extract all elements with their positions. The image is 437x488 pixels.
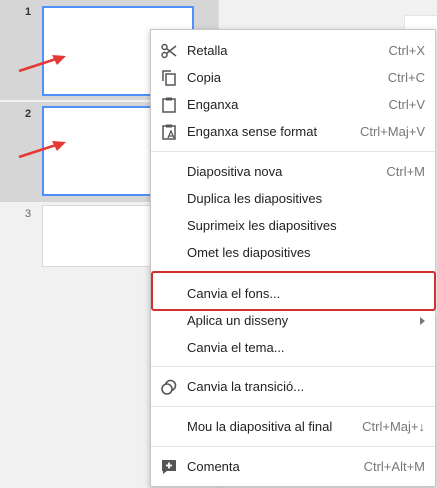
menu-item-label: Copia — [187, 70, 221, 85]
menu-item-shortcut: Ctrl+V — [388, 97, 425, 112]
menu-item-shortcut: Ctrl+X — [388, 43, 425, 58]
menu-item-shortcut: Ctrl+Maj+V — [359, 124, 425, 139]
slide-number: 1 — [25, 6, 32, 18]
menu-item-label: Aplica un disseny — [187, 313, 289, 328]
add-comment-icon — [162, 460, 176, 474]
red-arrow-annotation — [18, 141, 66, 159]
menu-item-shortcut: Ctrl+Maj+↓ — [362, 419, 425, 434]
menu-item-skip-slides[interactable]: Omet les diapositives — [151, 240, 435, 266]
menu-item-label: Retalla — [187, 43, 228, 58]
menu-item-change-theme[interactable]: Canvia el tema... — [151, 335, 435, 361]
clipboard-icon — [162, 97, 176, 113]
copy-icon — [162, 70, 176, 86]
transition-icon — [161, 379, 177, 395]
menu-item-comment[interactable]: Comenta Ctrl+Alt+M — [151, 454, 435, 480]
menu-item-label: Enganxa — [187, 97, 239, 112]
menu-item-label: Duplica les diapositives — [187, 191, 323, 206]
menu-item-label: Mou la diapositiva al final — [187, 419, 333, 434]
red-arrow-annotation — [18, 55, 66, 73]
menu-item-label: Comenta — [187, 459, 240, 474]
clipboard-text-icon — [162, 124, 176, 140]
menu-item-label: Diapositiva nova — [187, 164, 283, 179]
menu-item-shortcut: Ctrl+C — [387, 70, 425, 85]
menu-separator — [151, 271, 435, 272]
menu-separator — [151, 406, 435, 407]
menu-item-label: Canvia el tema... — [187, 340, 285, 355]
menu-separator — [151, 151, 435, 152]
menu-item-duplicate-slides[interactable]: Duplica les diapositives — [151, 186, 435, 212]
menu-item-shortcut: Ctrl+M — [386, 164, 425, 179]
menu-item-label: Omet les diapositives — [187, 245, 311, 260]
menu-separator — [151, 366, 435, 367]
menu-item-delete-slides[interactable]: Suprimeix les diapositives — [151, 213, 435, 239]
menu-item-shortcut: Ctrl+Alt+M — [363, 459, 425, 474]
menu-item-label: Enganxa sense format — [187, 124, 318, 139]
menu-item-label: Canvia el fons... — [187, 286, 281, 301]
menu-item-paste-without-format[interactable]: Enganxa sense format Ctrl+Maj+V — [151, 119, 435, 145]
slide-number: 2 — [25, 108, 32, 120]
menu-item-new-slide[interactable]: Diapositiva nova Ctrl+M — [151, 159, 435, 185]
menu-item-copy[interactable]: Copia Ctrl+C — [151, 65, 435, 91]
slide-number: 3 — [25, 208, 32, 220]
menu-item-label: Canvia la transició... — [187, 379, 305, 394]
menu-item-label: Suprimeix les diapositives — [187, 218, 337, 233]
scissors-icon — [161, 43, 177, 59]
menu-separator — [151, 446, 435, 447]
menu-item-change-transition[interactable]: Canvia la transició... — [151, 374, 435, 400]
menu-item-change-background[interactable]: Canvia el fons... — [151, 281, 435, 307]
context-menu: Retalla Ctrl+X Copia Ctrl+C Enganxa Ctrl… — [150, 29, 436, 487]
menu-item-apply-layout[interactable]: Aplica un disseny — [151, 308, 435, 334]
menu-item-move-slide-to-end[interactable]: Mou la diapositiva al final Ctrl+Maj+↓ — [151, 414, 435, 440]
menu-item-paste[interactable]: Enganxa Ctrl+V — [151, 92, 435, 118]
menu-item-cut[interactable]: Retalla Ctrl+X — [151, 38, 435, 64]
submenu-arrow-icon — [420, 317, 425, 325]
